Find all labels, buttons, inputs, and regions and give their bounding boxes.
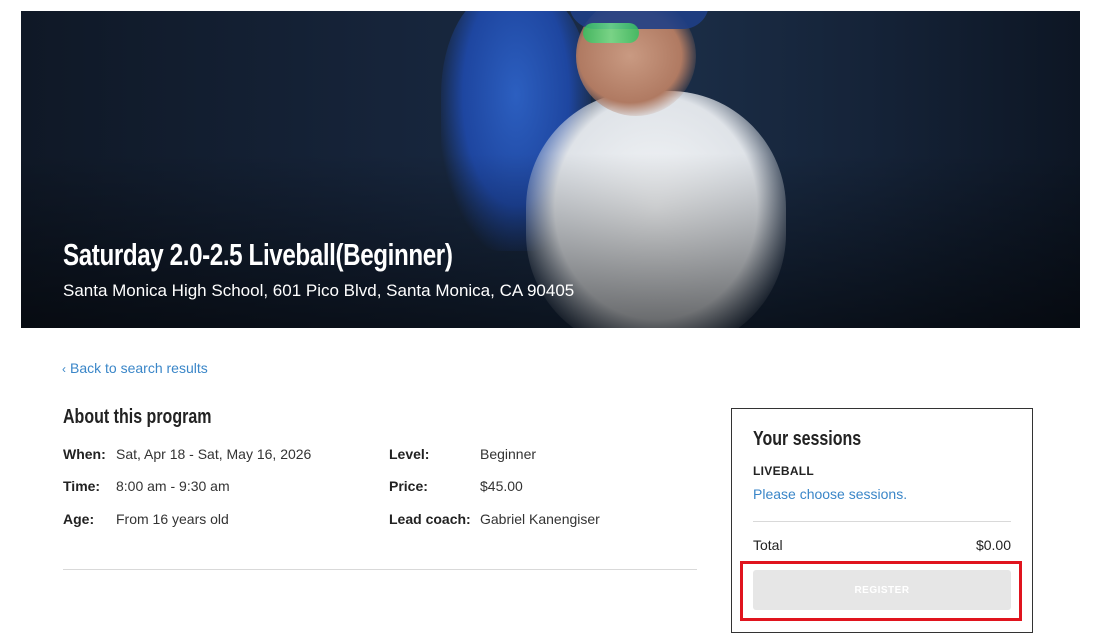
detail-time: Time: bbox=[63, 478, 100, 494]
about-divider bbox=[63, 569, 697, 570]
coach-label: Lead coach: bbox=[389, 511, 471, 527]
back-link-label: Back to search results bbox=[70, 360, 208, 376]
chevron-left-icon: ‹ bbox=[62, 362, 66, 376]
register-button[interactable]: REGISTER bbox=[753, 570, 1011, 610]
program-title: Saturday 2.0-2.5 Liveball(Beginner) bbox=[63, 237, 453, 272]
detail-level-value: Beginner bbox=[480, 446, 536, 462]
when-value: Sat, Apr 18 - Sat, May 16, 2026 bbox=[116, 446, 312, 462]
detail-when: When: bbox=[63, 446, 106, 462]
level-label: Level: bbox=[389, 446, 430, 462]
time-value: 8:00 am - 9:30 am bbox=[116, 478, 230, 494]
age-label: Age: bbox=[63, 511, 95, 527]
price-value: $45.00 bbox=[480, 478, 523, 494]
sessions-title: Your sessions bbox=[753, 428, 862, 450]
total-label: Total bbox=[753, 537, 783, 553]
age-value: From 16 years old bbox=[116, 511, 229, 527]
detail-coach-value: Gabriel Kanengiser bbox=[480, 511, 600, 527]
sessions-divider bbox=[753, 521, 1011, 522]
detail-age: Age: bbox=[63, 511, 94, 527]
detail-price: Price: bbox=[389, 478, 428, 494]
detail-when-value: Sat, Apr 18 - Sat, May 16, 2026 bbox=[116, 446, 311, 462]
session-category: LIVEBALL bbox=[753, 464, 815, 478]
detail-age-value: From 16 years old bbox=[116, 511, 229, 527]
program-address: Santa Monica High School, 601 Pico Blvd,… bbox=[63, 281, 575, 300]
level-value: Beginner bbox=[480, 446, 537, 462]
total-value: $0.00 bbox=[975, 537, 1011, 553]
price-label: Price: bbox=[389, 478, 428, 494]
sessions-card: Your sessions LIVEBALL Please choose ses… bbox=[731, 408, 1033, 633]
choose-sessions-prompt[interactable]: Please choose sessions. bbox=[753, 486, 907, 502]
time-label: Time: bbox=[63, 478, 101, 494]
detail-price-value: $45.00 bbox=[480, 478, 523, 494]
about-section-title: About this program bbox=[63, 406, 212, 428]
detail-level: Level: bbox=[389, 446, 429, 462]
hero-banner: Saturday 2.0-2.5 Liveball(Beginner) Sant… bbox=[21, 11, 1080, 328]
detail-time-value: 8:00 am - 9:30 am bbox=[116, 478, 230, 494]
coach-value: Gabriel Kanengiser bbox=[480, 511, 600, 527]
when-label: When: bbox=[63, 446, 106, 462]
back-to-search-link[interactable]: ‹ Back to search results bbox=[62, 360, 208, 376]
detail-coach: Lead coach: bbox=[389, 511, 471, 527]
